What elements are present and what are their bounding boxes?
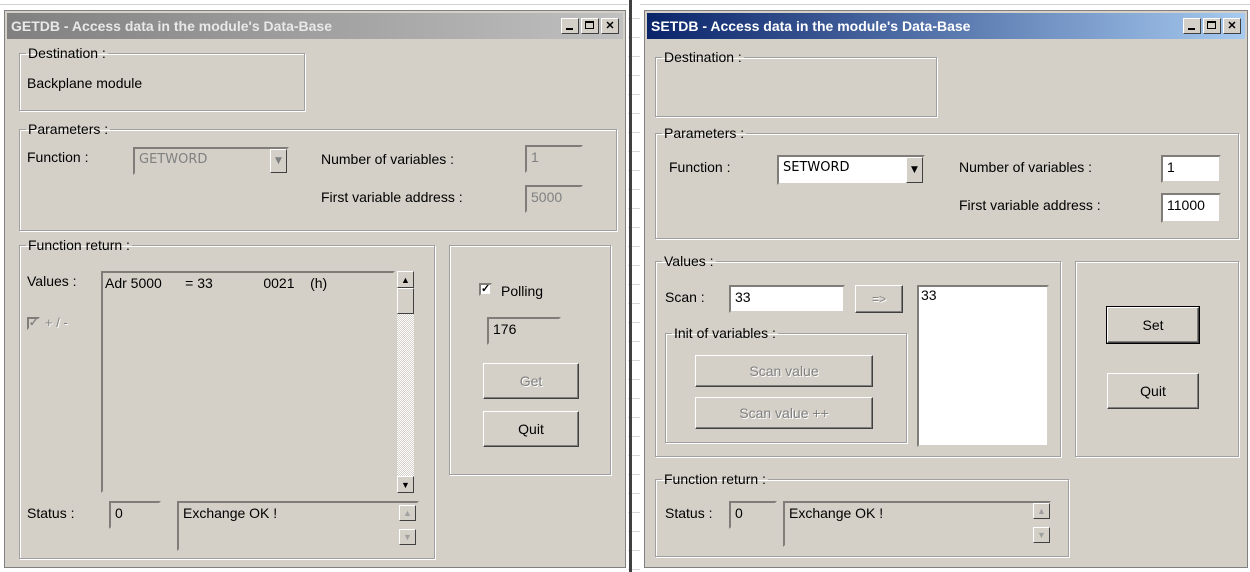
chevron-down-icon: ▼ [270,149,287,173]
arrow-down-icon: ▼ [403,532,412,542]
scroll-up-arrow[interactable]: ▲ [397,271,414,288]
firstaddr-input[interactable]: 5000 [525,185,583,213]
action-group [1075,261,1239,457]
values-list-item: 33 [921,287,937,303]
values-scrollbar[interactable]: ▲ ▼ [397,271,414,493]
function-label: Function : [27,149,89,165]
values-list[interactable]: Adr 5000 = 33 0021 (h) [101,271,395,493]
close-button[interactable]: ✕ [1223,18,1241,34]
arrow-up-icon: ▲ [403,508,412,518]
numvars-label: Number of variables : [321,151,455,167]
init-variables-legend: Init of variables : [674,325,776,341]
status-scroll-down[interactable]: ▼ [399,529,416,545]
status-scroll-up[interactable]: ▲ [399,505,416,521]
getdb-titlebar[interactable]: GETDB - Access data in the module's Data… [7,13,623,39]
polling-label: Polling [501,283,544,299]
values-list-row: Adr 5000 = 33 0021 (h) [105,275,328,291]
sign-checkbox[interactable]: ✓ [27,317,40,330]
function-select-value: SETWORD [783,160,850,175]
maximize-button[interactable] [1203,18,1221,34]
setdb-titlebar[interactable]: SETDB - Access data in the module's Data… [647,13,1245,39]
getdb-title: GETDB - Access data in the module's Data… [11,18,333,34]
window-splitter [629,0,632,572]
firstaddr-input[interactable]: 11000 [1161,193,1221,223]
destination-legend: Destination : [664,49,742,65]
transfer-button[interactable]: => [855,285,903,313]
arrow-up-icon: ▲ [401,274,410,285]
getdb-window-controls: ✕ [561,18,619,34]
status-code: 0 [729,501,777,529]
minimize-icon [566,28,573,30]
scan-value-button[interactable]: Scan value [695,355,873,387]
function-select[interactable]: GETWORD ▼ [133,147,289,175]
function-label: Function : [669,159,731,175]
arrow-up-icon: ▲ [1037,506,1046,516]
status-scroll-down[interactable]: ▼ [1033,527,1050,543]
numvars-input[interactable]: 1 [1161,155,1221,183]
quit-button[interactable]: Quit [1107,373,1199,409]
quit-button[interactable]: Quit [483,411,579,447]
destination-legend: Destination : [28,45,106,61]
minimize-icon [1188,28,1195,30]
status-scroll-up[interactable]: ▲ [1033,503,1050,519]
firstaddr-label: First variable address : [959,197,1101,213]
chevron-down-icon: ▼ [906,157,923,183]
arrow-down-icon: ▼ [1037,530,1046,540]
setdb-window-controls: ✕ [1183,18,1241,34]
function-select[interactable]: SETWORD ▼ [777,155,925,185]
parameters-group: Parameters : [19,121,617,231]
minimize-button[interactable] [561,18,579,34]
polling-count: 176 [487,317,561,345]
function-return-legend: Function return : [664,471,766,487]
getdb-window: GETDB - Access data in the module's Data… [4,10,626,568]
maximize-icon [1207,21,1216,29]
destination-group: Destination : [655,49,937,117]
setdb-window: SETDB - Access data in the module's Data… [644,10,1248,568]
set-button[interactable]: Set [1106,306,1200,344]
scroll-thumb[interactable] [397,288,414,314]
parameters-group: Parameters : [655,125,1239,239]
polling-checkbox[interactable]: ✓ [479,283,492,296]
status-label: Status : [27,505,75,521]
scan-value-increment-button[interactable]: Scan value ++ [695,397,873,429]
status-text: Exchange OK ! [783,501,1051,547]
parameters-legend: Parameters : [28,121,109,137]
values-list[interactable]: 33 [917,285,1049,447]
arrow-down-icon: ▼ [401,479,410,490]
parameters-legend: Parameters : [664,125,745,141]
status-text: Exchange OK ! [177,501,419,551]
function-return-legend: Function return : [28,237,130,253]
sign-label: + / - [45,315,68,330]
scroll-down-arrow[interactable]: ▼ [397,476,414,493]
get-button[interactable]: Get [483,363,579,399]
status-label: Status : [665,505,713,521]
close-icon: ✕ [605,19,615,32]
values-legend: Values : [664,253,714,269]
status-code: 0 [109,501,161,529]
maximize-icon [585,21,594,29]
scan-label: Scan : [665,289,705,305]
numvars-label: Number of variables : [959,159,1093,175]
close-icon: ✕ [1227,19,1237,32]
setdb-title: SETDB - Access data in the module's Data… [651,18,971,34]
firstaddr-label: First variable address : [321,189,463,205]
spreadsheet-ruler [0,0,1250,5]
scan-input[interactable]: 33 [729,285,845,313]
function-select-value: GETWORD [139,152,208,167]
numvars-input[interactable]: 1 [525,145,583,173]
destination-value: Backplane module [27,75,143,91]
maximize-button[interactable] [581,18,599,34]
values-label: Values : [27,273,77,289]
close-button[interactable]: ✕ [601,18,619,34]
minimize-button[interactable] [1183,18,1201,34]
